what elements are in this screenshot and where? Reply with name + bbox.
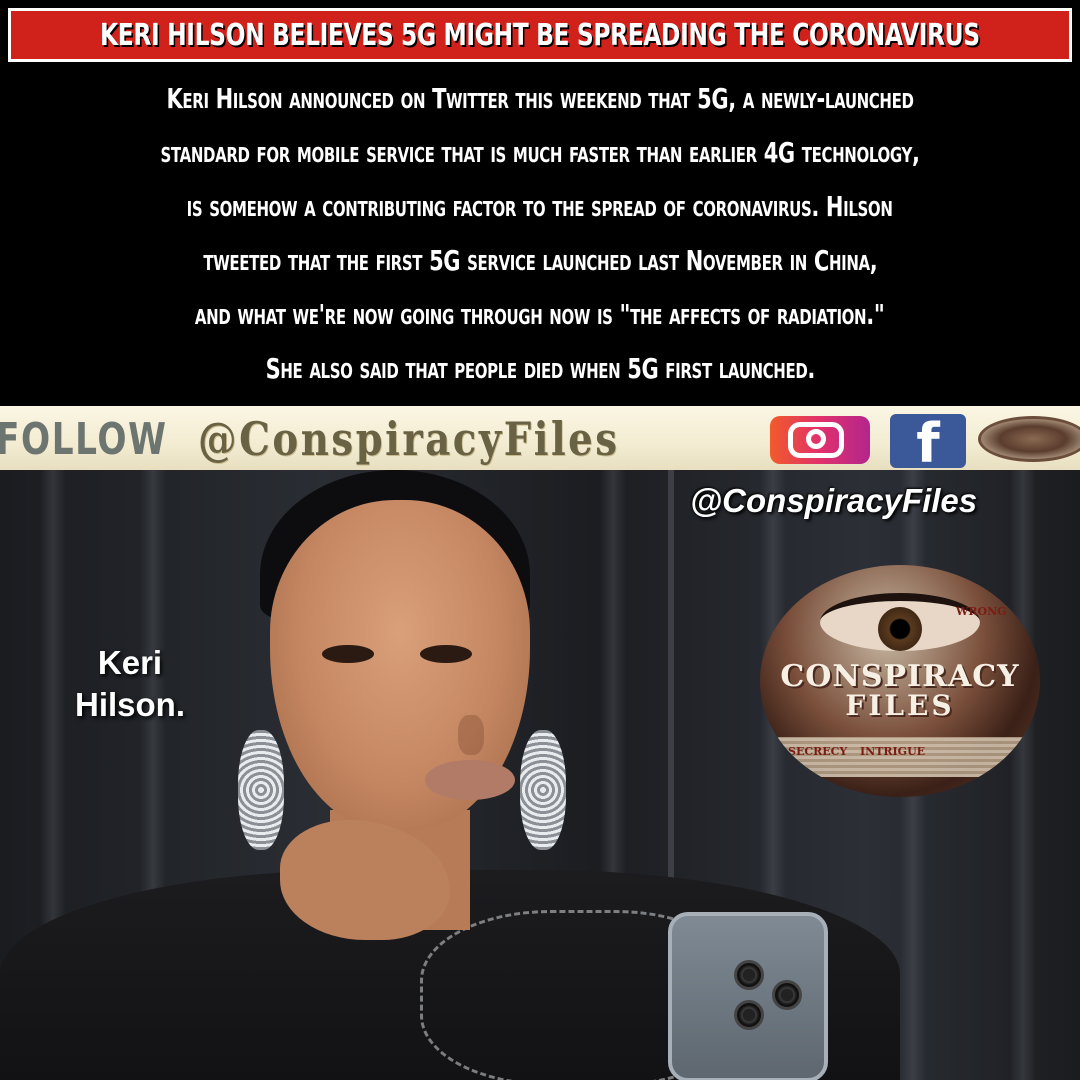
phone-camera-lens	[734, 1000, 764, 1030]
earring-right	[520, 730, 566, 850]
facebook-icon[interactable]: f	[890, 414, 966, 470]
face	[270, 500, 530, 830]
phone	[668, 912, 828, 1080]
nose	[458, 715, 484, 755]
follow-banner: FOLLOW @ConspiracyFiles f	[0, 406, 1080, 470]
handle-overlay[interactable]: @ConspiracyFiles	[690, 482, 977, 520]
person-name-caption: Keri Hilson.	[60, 642, 200, 726]
photo: Keri Hilson. @ConspiracyFiles WRONG CONS…	[0, 470, 1080, 1080]
banner-handle[interactable]: @ConspiracyFiles	[198, 412, 620, 466]
body-line: She also said that people died when 5G f…	[265, 352, 815, 385]
logo-word-secrecy: SECRECY	[788, 745, 848, 758]
body-line: Keri Hilson announced on Twitter this we…	[166, 82, 914, 115]
headline-bar: KERI HILSON BELIEVES 5G MIGHT BE SPREADI…	[0, 0, 1080, 70]
logo-title-2: FILES	[845, 689, 955, 722]
conspiracy-files-logo-small	[978, 416, 1080, 462]
body-line: tweeted that the first 5G service launch…	[202, 244, 878, 277]
body-line: standard for mobile service that is much…	[160, 136, 920, 169]
headline-title: KERI HILSON BELIEVES 5G MIGHT BE SPREADI…	[100, 17, 980, 53]
eye-icon	[820, 593, 980, 651]
earring-left	[238, 730, 284, 850]
conspiracy-files-logo: WRONG CONSPIRACY FILES SECRECY INTRIGUE	[760, 565, 1040, 797]
instagram-icon[interactable]	[770, 416, 870, 464]
right-eye	[420, 645, 472, 663]
logo-word-wrong: WRONG	[956, 605, 1007, 618]
logo-word-intrigue: INTRIGUE	[860, 745, 926, 758]
person-figure	[0, 470, 900, 1080]
phone-camera-lens	[734, 960, 764, 990]
headline-box: KERI HILSON BELIEVES 5G MIGHT BE SPREADI…	[8, 8, 1072, 62]
caption-line: Keri	[97, 644, 163, 681]
iris	[878, 607, 922, 651]
follow-label: FOLLOW	[0, 414, 168, 465]
lips	[425, 760, 515, 800]
caption-line: Hilson.	[74, 686, 185, 723]
phone-camera-lens	[772, 980, 802, 1010]
body-line: is somehow a contributing factor to the …	[187, 190, 893, 223]
article-body: Keri Hilson announced on Twitter this we…	[0, 70, 1080, 406]
instagram-lens	[806, 429, 826, 449]
body-line: and what we're now going through now is …	[195, 298, 885, 331]
left-eye	[322, 645, 374, 663]
